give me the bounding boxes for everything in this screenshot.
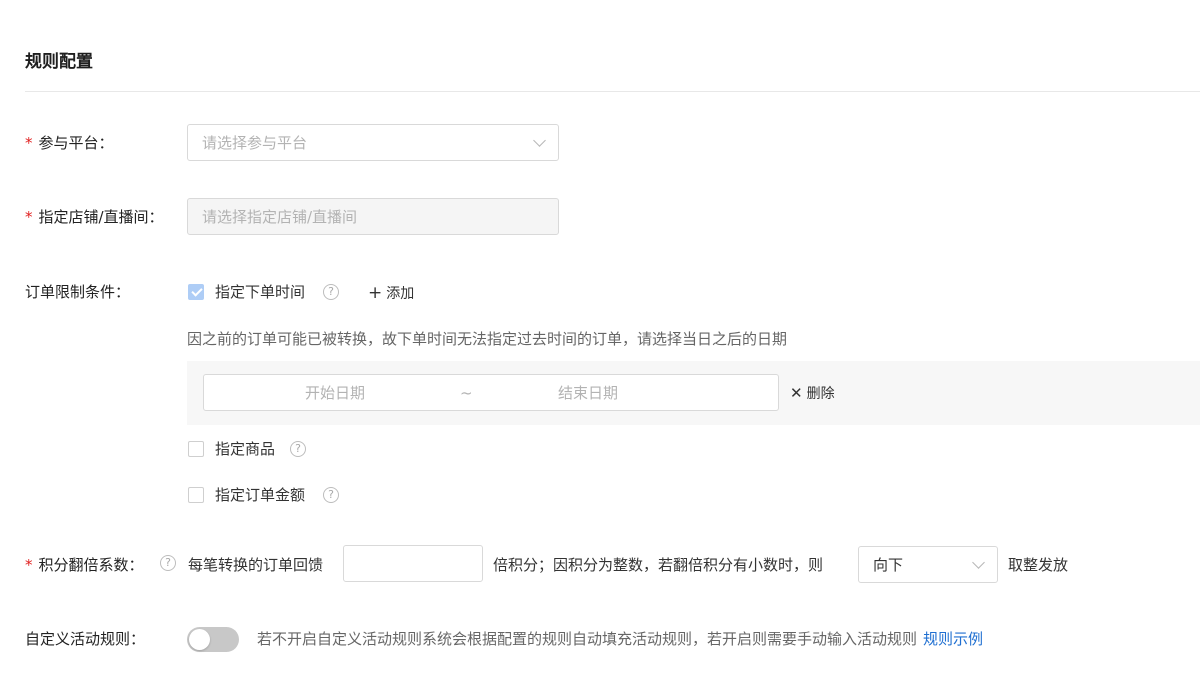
custom-rules-label: 自定义活动规则： bbox=[25, 630, 146, 648]
store-select-placeholder: 请选择指定店铺/直播间 bbox=[202, 208, 358, 226]
store-label-text: 指定店铺/直播间： bbox=[38, 208, 164, 226]
multiplier-middle-text: 倍积分；因积分为整数，若翻倍积分有小数时，则 bbox=[493, 556, 824, 574]
order-time-hint: 因之前的订单可能已被转换，故下单时间无法指定过去时间的订单，请选择当日之后的日期 bbox=[187, 330, 788, 348]
custom-rules-toggle[interactable] bbox=[187, 627, 239, 652]
chevron-down-icon bbox=[972, 555, 985, 569]
multiplier-label: * 积分翻倍系数： bbox=[25, 555, 144, 575]
multiplier-prefix-text: 每笔转换的订单回馈 bbox=[188, 556, 324, 574]
toggle-knob bbox=[189, 629, 210, 650]
order-amount-label: 指定订单金额 bbox=[215, 486, 306, 504]
rounding-selected-value: 向下 bbox=[873, 556, 904, 574]
close-icon: ✕ bbox=[790, 384, 803, 402]
store-label: * 指定店铺/直播间： bbox=[25, 207, 164, 227]
delete-date-range-button[interactable]: ✕ 删除 bbox=[790, 383, 835, 404]
rule-example-link[interactable]: 规则示例 bbox=[923, 630, 983, 648]
required-mark: * bbox=[25, 556, 33, 574]
platform-select[interactable]: 请选择参与平台 bbox=[187, 124, 559, 161]
end-date-input[interactable]: 结束日期 bbox=[558, 383, 618, 403]
add-condition-label: 添加 bbox=[386, 286, 415, 302]
section-title: 规则配置 bbox=[25, 52, 93, 72]
product-label: 指定商品 bbox=[215, 440, 276, 458]
rounding-select[interactable]: 向下 bbox=[858, 546, 998, 583]
platform-label: * 参与平台： bbox=[25, 133, 114, 153]
add-condition-button[interactable]: + 添加 bbox=[368, 283, 414, 304]
question-circle-icon[interactable]: ? bbox=[323, 284, 339, 300]
custom-rules-description: 若不开启自定义活动规则系统会根据配置的规则自动填充活动规则，若开启则需要手动输入… bbox=[257, 629, 983, 649]
multiplier-label-text: 积分翻倍系数： bbox=[38, 556, 144, 574]
custom-rules-description-text: 若不开启自定义活动规则系统会根据配置的规则自动填充活动规则，若开启则需要手动输入… bbox=[257, 630, 918, 648]
order-time-label: 指定下单时间 bbox=[215, 283, 306, 301]
question-circle-icon[interactable]: ? bbox=[323, 487, 339, 503]
plus-icon: + bbox=[368, 283, 383, 303]
date-range-picker[interactable]: 开始日期 ~ 结束日期 bbox=[203, 374, 779, 411]
multiplier-input[interactable] bbox=[343, 545, 483, 582]
delete-label: 删除 bbox=[806, 386, 835, 402]
multiplier-suffix-text: 取整发放 bbox=[1008, 556, 1069, 574]
order-amount-checkbox[interactable] bbox=[188, 487, 204, 503]
chevron-down-icon bbox=[533, 133, 546, 147]
question-circle-icon[interactable]: ? bbox=[290, 441, 306, 457]
section-divider bbox=[25, 91, 1200, 92]
required-mark: * bbox=[25, 134, 33, 152]
order-limit-label: 订单限制条件： bbox=[25, 283, 131, 301]
platform-select-placeholder: 请选择参与平台 bbox=[202, 134, 308, 152]
start-date-input[interactable]: 开始日期 bbox=[305, 383, 365, 403]
order-time-checkbox[interactable] bbox=[188, 284, 204, 300]
question-circle-icon[interactable]: ? bbox=[160, 555, 176, 571]
required-mark: * bbox=[25, 208, 33, 226]
store-select[interactable]: 请选择指定店铺/直播间 bbox=[187, 198, 559, 235]
date-range-separator: ~ bbox=[460, 384, 473, 402]
product-checkbox[interactable] bbox=[188, 441, 204, 457]
platform-label-text: 参与平台： bbox=[38, 134, 114, 152]
